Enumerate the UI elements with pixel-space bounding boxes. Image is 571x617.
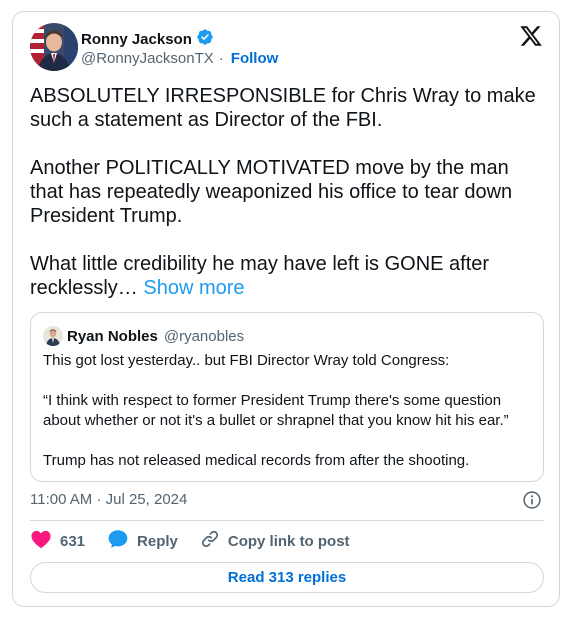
- timestamp-time: 11:00 AM: [30, 491, 93, 508]
- author-name-row: Ronny Jackson: [81, 28, 214, 51]
- follow-button[interactable]: Follow: [231, 50, 279, 68]
- divider: [30, 520, 544, 521]
- quoted-author-name[interactable]: Ryan Nobles: [67, 328, 158, 345]
- quoted-paragraph: This got lost yesterday.. but FBI Direct…: [43, 352, 450, 369]
- quoted-tweet[interactable]: Ryan Nobles @ryanobles This got lost yes…: [30, 312, 544, 482]
- info-icon[interactable]: [522, 490, 542, 510]
- tweet-paragraph-last: What little credibility he may have left…: [30, 252, 540, 300]
- verified-badge-icon: [196, 28, 214, 51]
- timestamp-separator: ·: [96, 491, 102, 508]
- reply-bubble-icon: [107, 528, 129, 554]
- quoted-paragraph: Trump has not released medical records f…: [43, 452, 470, 469]
- timestamp[interactable]: 11:00 AM · Jul 25, 2024: [30, 491, 187, 508]
- action-bar: 631 Reply Copy link to post: [30, 530, 372, 552]
- show-more-link[interactable]: Show more: [143, 277, 244, 299]
- read-replies-button[interactable]: Read 313 replies: [30, 562, 544, 593]
- quoted-tweet-text: This got lost yesterday.. but FBI Direct…: [43, 351, 533, 471]
- copy-link-label: Copy link to post: [227, 532, 350, 550]
- copy-link-button[interactable]: Copy link to post: [200, 529, 350, 553]
- separator-dot: ·: [218, 50, 224, 67]
- avatar[interactable]: [30, 23, 78, 71]
- quoted-tweet-header: Ryan Nobles @ryanobles: [43, 326, 244, 346]
- reply-button[interactable]: Reply: [107, 528, 178, 554]
- tweet-card: Ronny Jackson @RonnyJacksonTX · Follow A…: [12, 11, 560, 607]
- quoted-avatar[interactable]: [43, 326, 63, 346]
- tweet-paragraph: Another POLITICALLY MOTIVATED move by th…: [30, 157, 513, 227]
- author-name[interactable]: Ronny Jackson: [81, 31, 192, 49]
- author-handle[interactable]: @RonnyJacksonTX: [81, 50, 214, 68]
- timestamp-date: Jul 25, 2024: [105, 491, 188, 508]
- x-logo-icon[interactable]: [519, 24, 543, 48]
- tweet-paragraph: ABSOLUTELY IRRESPONSIBLE for Chris Wray …: [30, 85, 536, 131]
- like-button[interactable]: 631: [30, 529, 85, 553]
- author-handle-row: @RonnyJacksonTX · Follow: [81, 50, 278, 68]
- tweet-paragraph-text: What little credibility he may have left…: [30, 253, 490, 299]
- link-icon: [200, 529, 220, 553]
- reply-label: Reply: [137, 532, 178, 550]
- read-replies-label: Read 313 replies: [227, 569, 347, 586]
- tweet-text: ABSOLUTELY IRRESPONSIBLE for Chris Wray …: [30, 84, 540, 300]
- quoted-author-handle[interactable]: @ryanobles: [164, 328, 244, 345]
- quoted-paragraph: “I think with respect to former Presiden…: [43, 392, 509, 429]
- heart-icon: [30, 529, 52, 553]
- like-count: 631: [60, 532, 86, 550]
